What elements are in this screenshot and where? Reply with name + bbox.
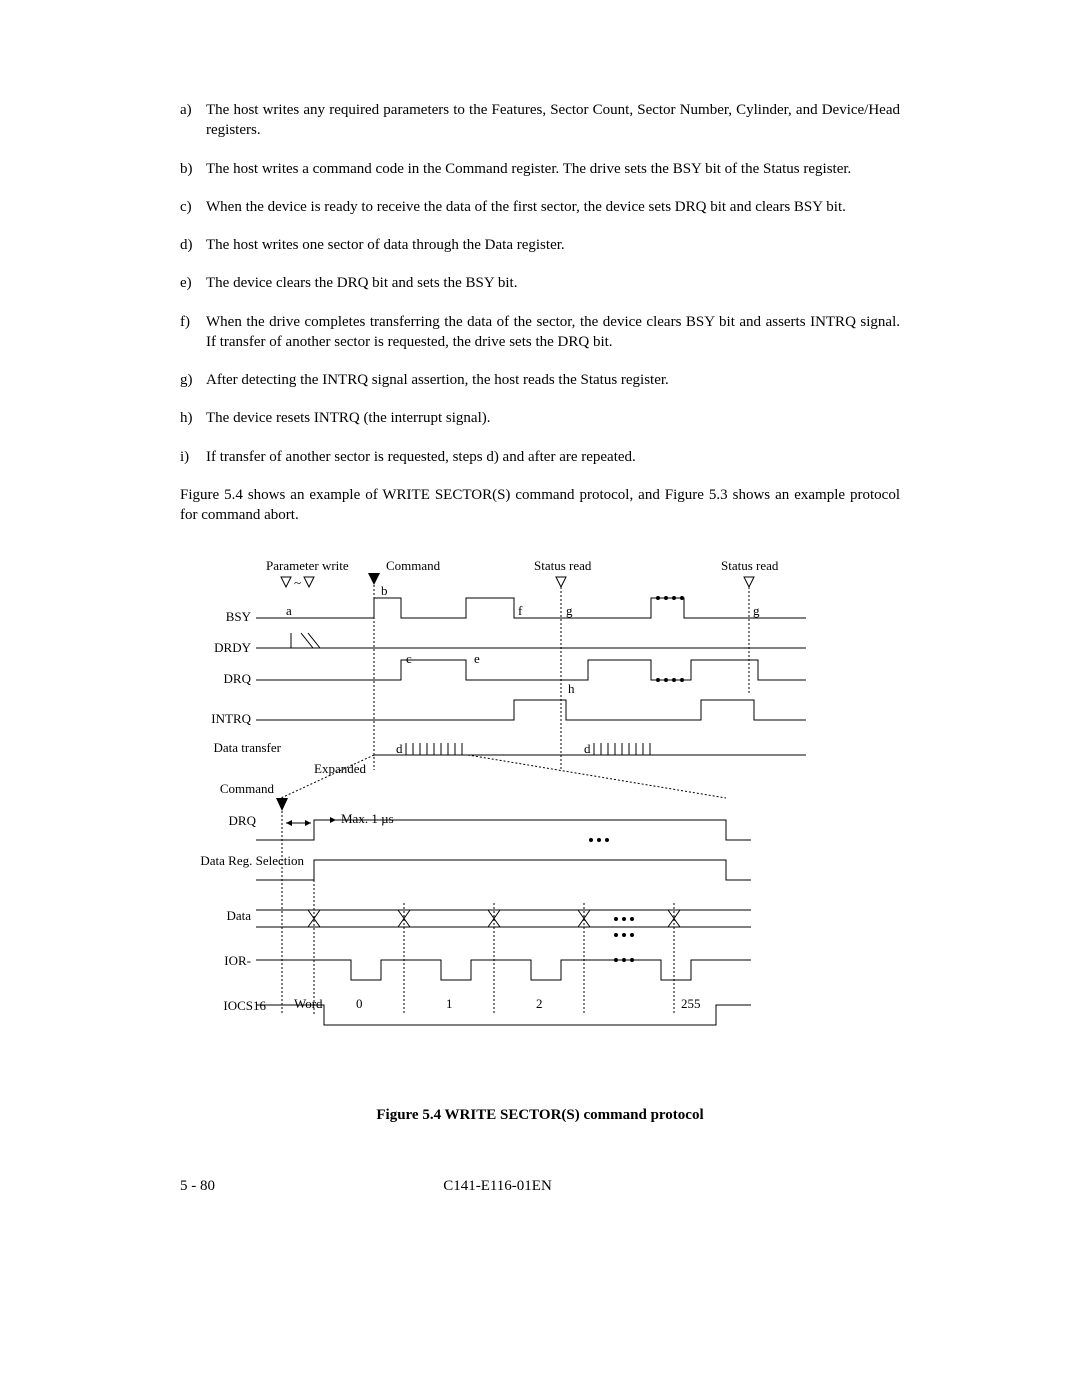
label-status-read-2: Status read (721, 558, 779, 573)
svg-text:BSY: BSY (226, 609, 252, 624)
svg-text:e: e (474, 651, 480, 666)
svg-text:255: 255 (681, 996, 701, 1011)
footer-page: 5 - 80 (180, 1176, 215, 1196)
svg-text:~: ~ (294, 575, 301, 590)
list-item: d)The host writes one sector of data thr… (180, 235, 900, 255)
svg-text:a: a (286, 603, 292, 618)
figure-caption: Figure 5.4 WRITE SECTOR(S) command proto… (180, 1105, 900, 1125)
svg-text:INTRQ: INTRQ (211, 711, 251, 726)
label-status-read-1: Status read (534, 558, 592, 573)
list-item: h)The device resets INTRQ (the interrupt… (180, 408, 900, 428)
list-item: b)The host writes a command code in the … (180, 159, 900, 179)
svg-text:1: 1 (446, 996, 453, 1011)
svg-text:g: g (566, 603, 573, 618)
label-parameter-write: Parameter write (266, 558, 349, 573)
svg-text:IOR-: IOR- (224, 953, 251, 968)
svg-text:Expanded: Expanded (314, 761, 366, 776)
svg-text:DRQ: DRQ (224, 671, 252, 686)
svg-text:DRQ: DRQ (229, 813, 257, 828)
svg-text:0: 0 (356, 996, 363, 1011)
svg-text:DRDY: DRDY (214, 640, 251, 655)
svg-text:h: h (568, 681, 575, 696)
svg-text:Data Reg. Selection: Data Reg. Selection (200, 853, 304, 868)
svg-text:b: b (381, 583, 388, 598)
svg-text:g: g (753, 603, 760, 618)
list-item: e)The device clears the DRQ bit and sets… (180, 273, 900, 293)
svg-text:Data: Data (226, 908, 251, 923)
list-item: g)After detecting the INTRQ signal asser… (180, 370, 900, 390)
svg-text:Command: Command (220, 781, 275, 796)
list-item: f)When the drive completes transferring … (180, 312, 900, 353)
svg-text:f: f (518, 603, 523, 618)
svg-text:d: d (584, 741, 591, 756)
summary-paragraph: Figure 5.4 shows an example of WRITE SEC… (180, 485, 900, 526)
label-command: Command (386, 558, 441, 573)
list-item: a)The host writes any required parameter… (180, 100, 900, 141)
svg-text:Word: Word (294, 996, 323, 1011)
footer-doc-id: C141-E116-01EN (443, 1176, 552, 1196)
list-item: i)If transfer of another sector is reque… (180, 447, 900, 467)
svg-text:Data transfer: Data transfer (214, 740, 282, 755)
svg-text:Max. 1 µs: Max. 1 µs (341, 811, 394, 826)
svg-text:2: 2 (536, 996, 543, 1011)
figure-5-4: Parameter write Command Status read Stat… (196, 555, 900, 1085)
svg-text:c: c (406, 651, 412, 666)
list-item: c)When the device is ready to receive th… (180, 197, 900, 217)
svg-text:d: d (396, 741, 403, 756)
